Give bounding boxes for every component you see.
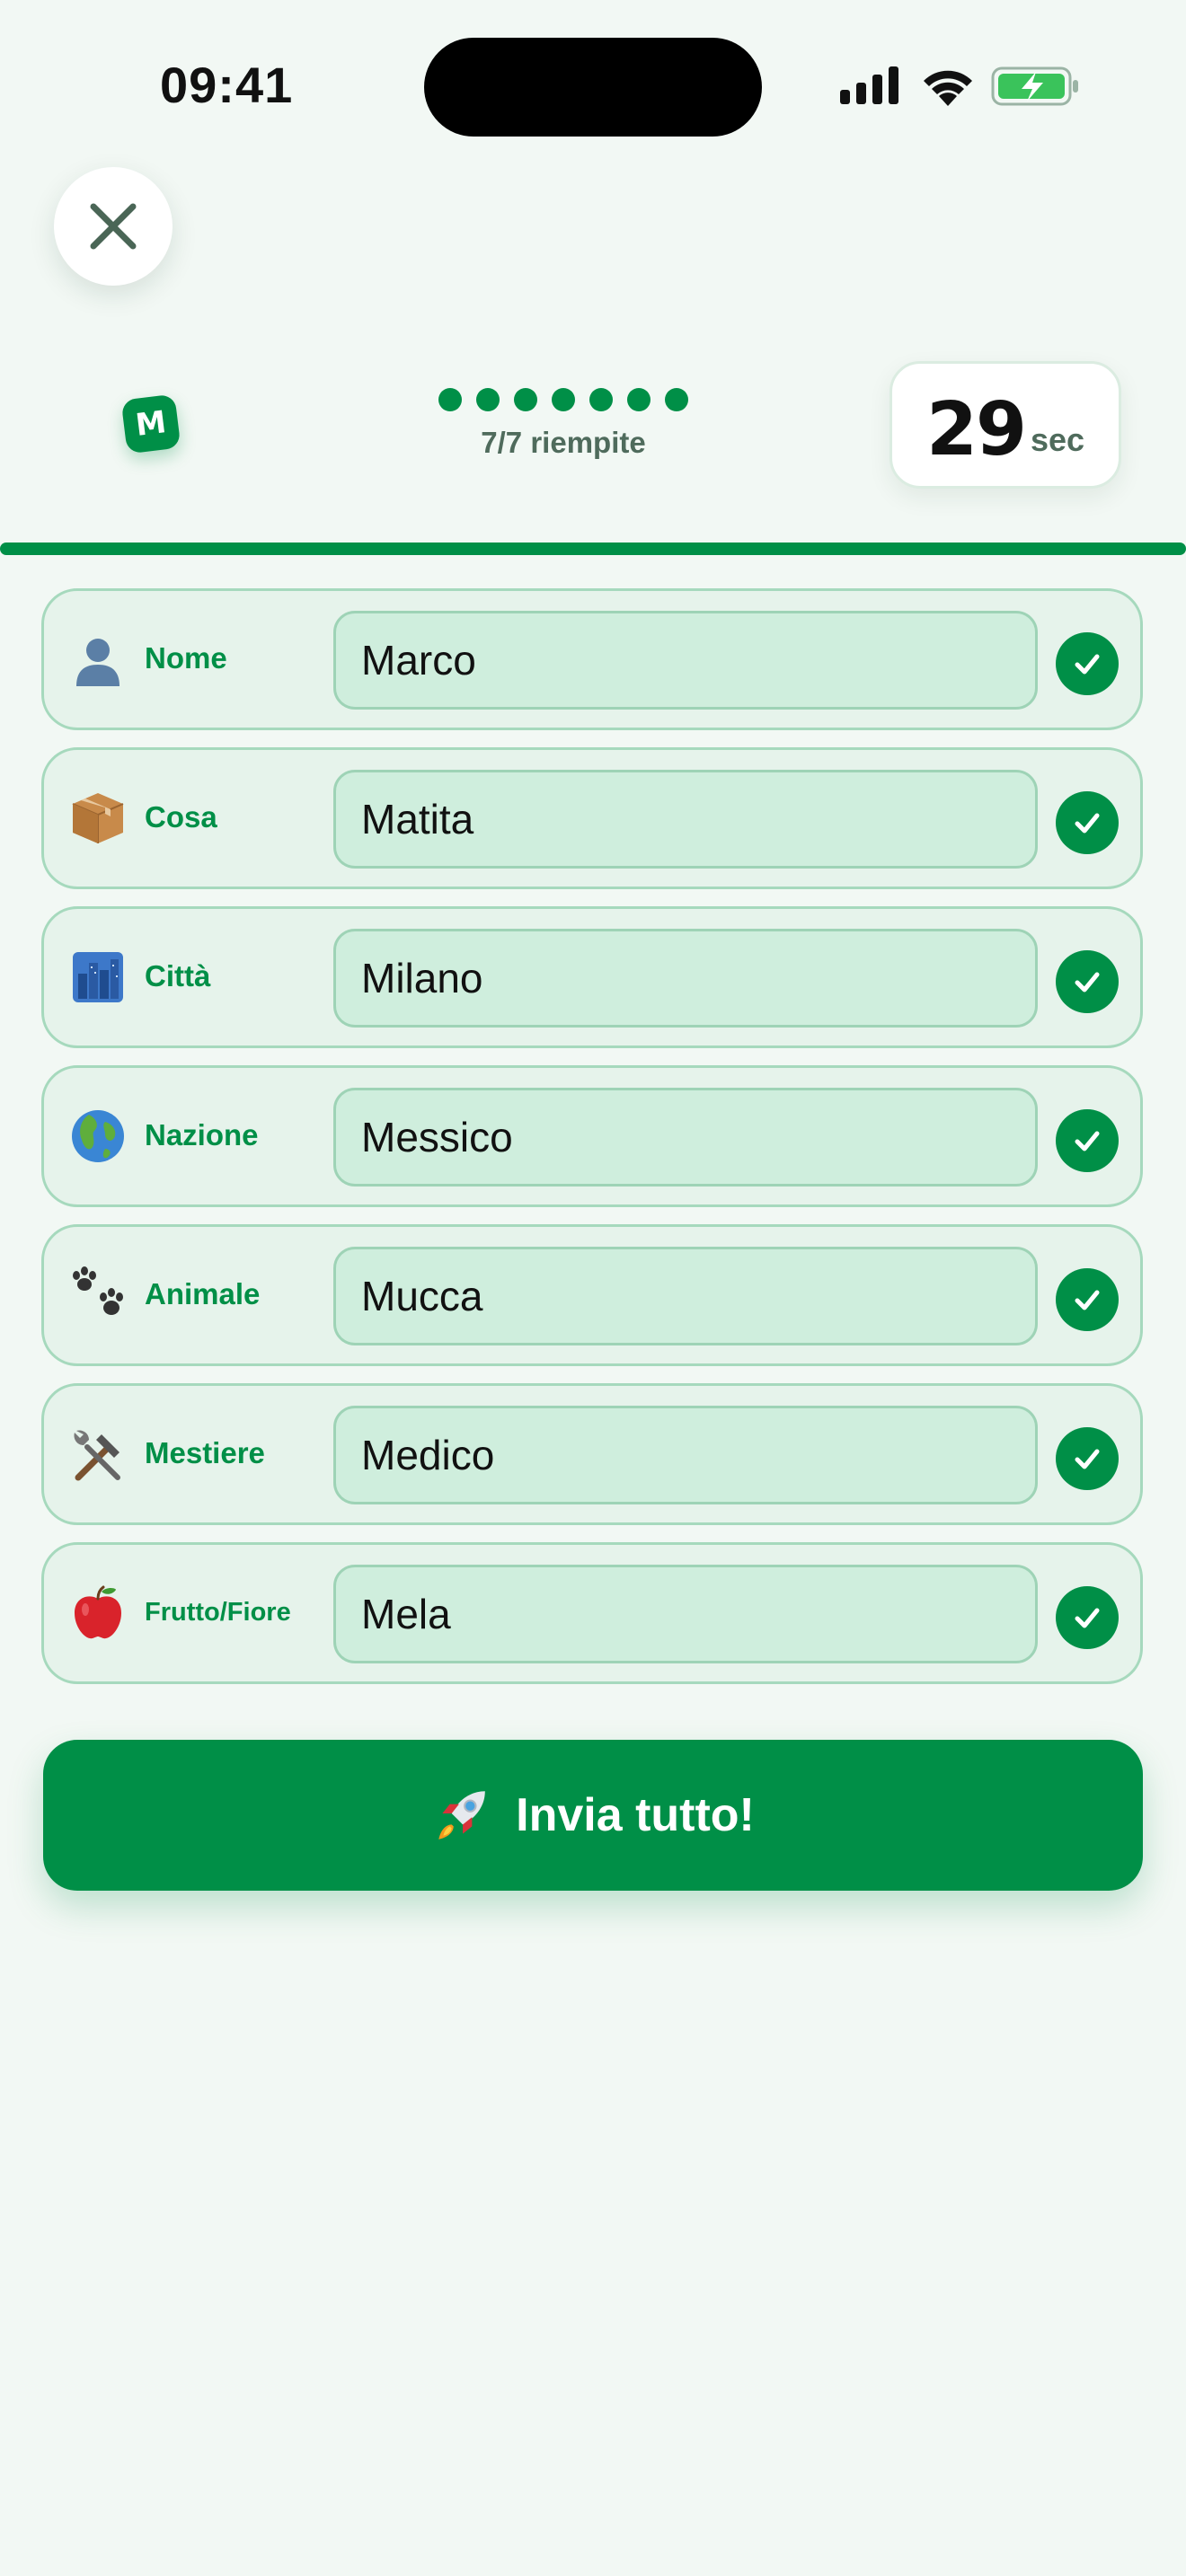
field-label: Cosa: [145, 800, 217, 834]
check-icon: [1056, 1268, 1119, 1331]
person-icon: [76, 639, 119, 686]
apple-icon: [75, 1585, 121, 1639]
city-icon: [73, 952, 123, 1002]
field-row-nazione: Nazione Messico: [41, 1065, 1143, 1207]
close-button[interactable]: [54, 167, 173, 286]
field-input-mestiere[interactable]: Medico: [333, 1406, 1038, 1504]
close-icon: [90, 203, 137, 250]
timer-unit: sec: [1031, 421, 1085, 458]
progress-dot: [665, 388, 688, 411]
progress-dot: [627, 388, 651, 411]
field-row-mestiere: Mestiere Medico: [41, 1383, 1143, 1525]
tools-icon: [74, 1430, 120, 1481]
field-input-cosa[interactable]: Matita: [333, 770, 1038, 869]
progress-text: 7/7 riempite: [481, 426, 646, 459]
dynamic-island: [424, 38, 762, 137]
progress-dot: [514, 388, 537, 411]
letter-badge: M: [120, 393, 181, 454]
field-input-nome[interactable]: Marco: [333, 611, 1038, 710]
field-row-frutto-fiore: Frutto/Fiore Mela: [41, 1542, 1143, 1684]
progress-dot: [589, 388, 613, 411]
field-label: Mestiere: [145, 1436, 265, 1469]
field-row-nome: Nome Marco: [41, 588, 1143, 730]
globe-icon: [72, 1110, 124, 1162]
check-icon: [1056, 1427, 1119, 1490]
status-bar: 09:41: [0, 0, 1186, 171]
wifi-icon: [924, 70, 972, 106]
check-icon: [1056, 1109, 1119, 1172]
submit-button[interactable]: Invia tutto!: [43, 1740, 1143, 1891]
field-input-nazione[interactable]: Messico: [333, 1088, 1038, 1187]
field-input-citta[interactable]: Milano: [333, 929, 1038, 1028]
check-icon: [1056, 632, 1119, 695]
field-row-animale: Animale Mucca: [41, 1224, 1143, 1366]
field-row-cosa: Cosa Matita: [41, 747, 1143, 889]
field-input-animale[interactable]: Mucca: [333, 1247, 1038, 1345]
paw-prints-icon: [73, 1266, 123, 1315]
progress-dots: [438, 388, 694, 415]
field-input-frutto-fiore[interactable]: Mela: [333, 1565, 1038, 1663]
submit-label: Invia tutto!: [516, 1789, 755, 1841]
progress-dot: [438, 388, 462, 411]
field-label: Città: [145, 959, 211, 992]
battery-charging-icon: [991, 66, 1078, 106]
field-label: Animale: [145, 1277, 261, 1310]
check-icon: [1056, 1586, 1119, 1649]
field-row-citta: Città Milano: [41, 906, 1143, 1048]
timer-value: 29: [926, 387, 1027, 472]
progress-bar: [0, 543, 1186, 555]
rocket-icon: [438, 1791, 485, 1839]
field-label: Nome: [145, 641, 227, 675]
field-label: Nazione: [145, 1118, 259, 1151]
progress-dot: [476, 388, 500, 411]
field-label: Frutto/Fiore: [145, 1598, 291, 1627]
status-time: 09:41: [160, 57, 294, 113]
progress-dot: [552, 388, 575, 411]
check-icon: [1056, 791, 1119, 854]
package-icon: [72, 793, 124, 843]
signal-icon: [840, 66, 898, 104]
check-icon: [1056, 950, 1119, 1013]
timer-card: 29 sec: [890, 361, 1121, 489]
